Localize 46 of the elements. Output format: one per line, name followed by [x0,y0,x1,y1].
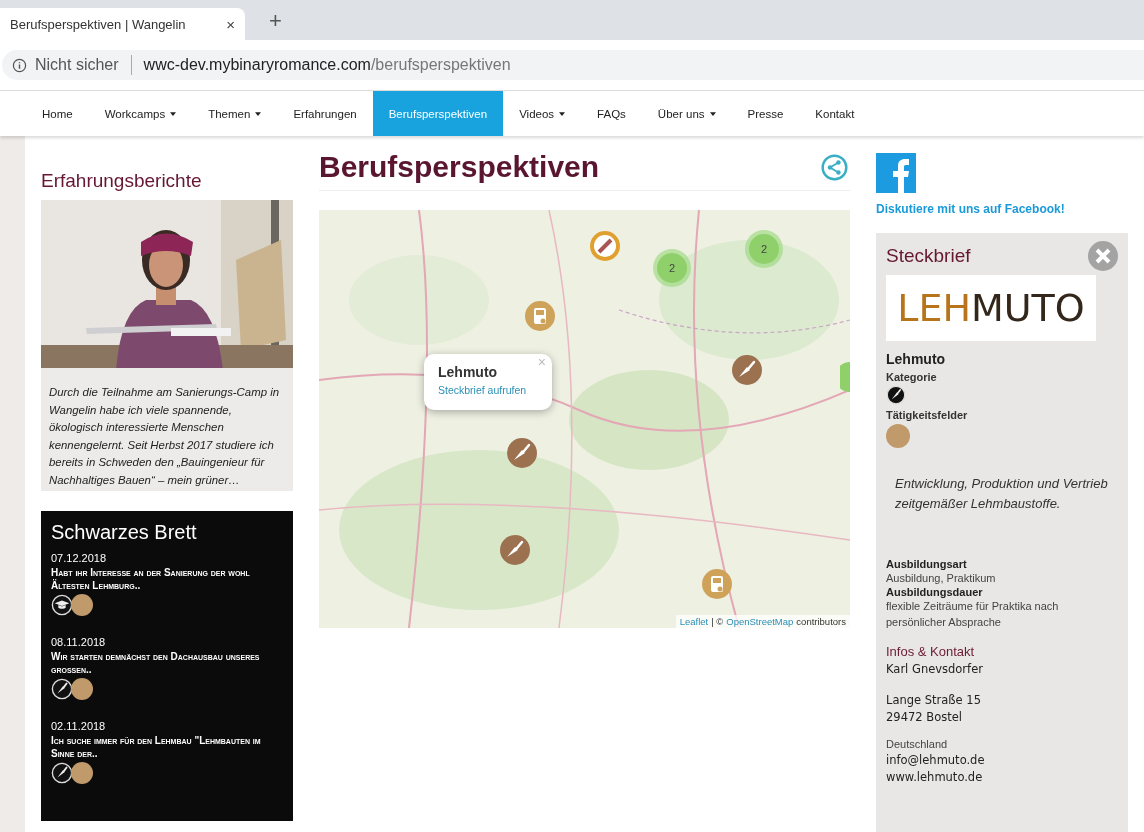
profile-link[interactable]: Steckbrief aufrufen [438,384,527,396]
page-title: Berufsperspektiven [319,150,600,184]
post-link[interactable]: Habt ihr Interesse an der Sanierung der wohl Ältesten Lehmburg.. [51,566,283,592]
nav-item[interactable]: Erfahrungen [277,91,373,136]
company-name: Lehmuto [886,351,947,367]
attribution-text: contributors [796,616,846,627]
post-link[interactable]: Ich suche immer für den Lehmbau "Lehmbauten im Sinne der.. [51,734,283,760]
address-bar[interactable]: Nicht sicher wwc-dev.mybinaryromance.com/berufsperspektiven [2,50,1144,80]
post-date: 02.11.2018 [51,720,107,732]
nav-item[interactable]: Videos [503,91,582,136]
popup-title: Lehmuto [438,364,499,380]
testimonial-text: Durch die Teilnahme am Sanierungs-Camp in Wangelin habe ich viele spannende, ökologisch interessierte Menschen kennengelernt. Seit Herbst 2017 studiere ich bereits in Schweden den „Bauingenieur für Nachhaltiges Bauen“ – mein grüner… [41,368,293,491]
board-title: Schwarzes Brett [51,521,198,544]
detail-label: Ausbildungsart [886,558,968,570]
nav-item[interactable]: Home [26,91,89,136]
card-title: Steckbrief [886,245,971,267]
attribution-text: | © [711,616,724,627]
detail-label: Ausbildungsdauer [886,586,984,598]
detail-value: flexible Zeiträume für Praktika nach persönlicher Absprache [886,599,1060,630]
post-date: 07.12.2018 [51,552,108,564]
city-text: 29472 Bostel [886,709,963,726]
category-label: Kategorie [886,371,938,383]
company-logo: LEHMUTO [886,275,1096,341]
fields-label: Tätigkeitsfelder [886,409,969,421]
leaflet-link[interactable]: Leaflet [679,616,709,627]
contact-title: Infos & Kontakt [886,644,976,659]
post-link[interactable]: Wir starten demnächst den Dachausbau unseres grossen.. [51,650,283,676]
nav-item[interactable]: Über uns [641,91,732,136]
contact-name: Karl Gnevsdorfer [886,661,984,678]
browser-tab[interactable]: Berufsperspektiven | Wangelin × [0,8,245,40]
post-date: 08.11.2018 [51,636,107,648]
nav-item[interactable]: Workcamps [88,91,193,136]
description-text: Entwicklung, Produktion und Vertrieb zeitgemäßer Lehmbaustoffe. [895,475,1109,513]
country-text: Deutschland [886,738,949,750]
nav-item[interactable]: FAQs [581,91,642,136]
email-link[interactable]: info@lehmuto.de [886,752,1118,769]
street-text: Lange Straße 15 [886,692,982,709]
section-title: Erfahrungsberichte [41,170,203,192]
detail-value: Ausbildung, Praktikum [886,571,997,586]
nav-item[interactable]: Themen [192,91,278,136]
nav-item[interactable]: Presse [731,91,800,136]
website-link[interactable]: www.lehmuto.de [886,769,1118,786]
new-tab-button[interactable]: + [269,8,282,34]
openstreetmap-link[interactable]: OpenStreetMap [726,616,794,627]
close-tab-button[interactable]: × [226,15,235,33]
nav-item[interactable]: Kontakt [799,91,871,136]
